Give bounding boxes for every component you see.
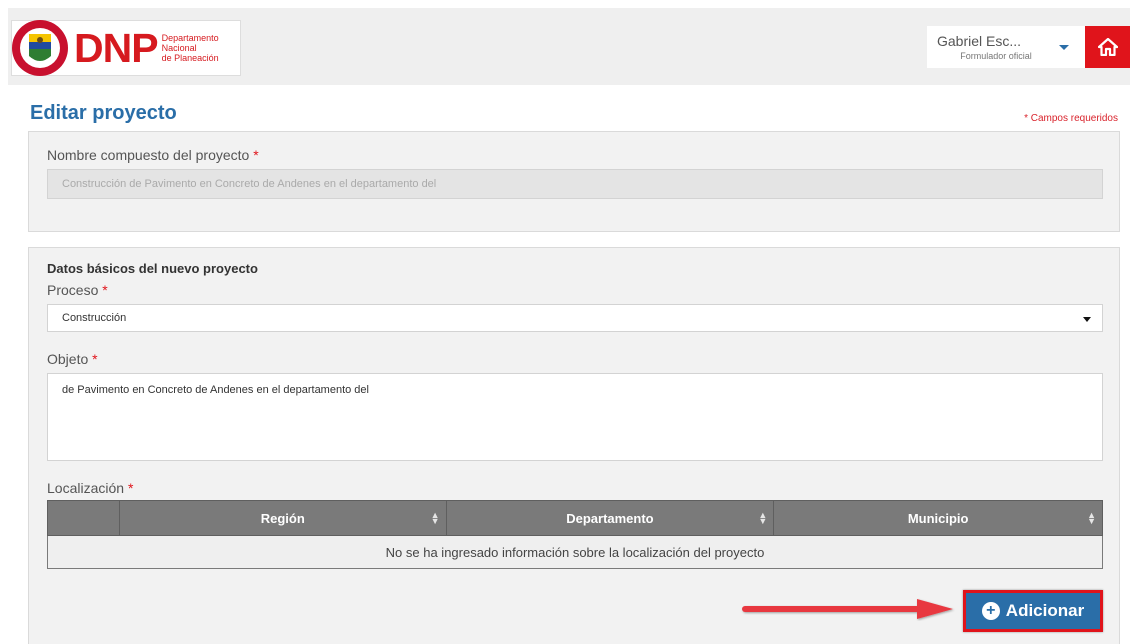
sort-icon[interactable]: ▲ ▼: [1087, 511, 1096, 526]
process-select[interactable]: Construcción: [47, 304, 1103, 332]
colombia-seal-icon: [12, 20, 68, 76]
required-mark: *: [92, 351, 98, 367]
page-title: Editar proyecto: [30, 102, 177, 124]
process-selected-value: Construcción: [62, 312, 127, 324]
user-info: Gabriel Esc... Formulador oficial: [937, 33, 1055, 61]
location-table: Región ▲ ▼ Departamento ▲ ▼ Municipio ▲ ▼ N…: [47, 500, 1103, 569]
composite-name-value: Construcción de Pavimento en Concreto de…: [62, 178, 437, 190]
sort-icon[interactable]: ▲ ▼: [758, 511, 767, 526]
column-header-text: Departamento: [566, 510, 654, 526]
object-label-text: Objeto: [47, 351, 89, 367]
location-label: Localización *: [47, 480, 133, 496]
process-label: Proceso *: [47, 282, 108, 298]
user-role: Formulador oficial: [960, 51, 1032, 61]
required-mark: *: [127, 480, 134, 496]
logo-subtitle-line: de Planeación: [161, 53, 219, 63]
location-label-text: Localización: [47, 480, 125, 496]
required-mark: *: [102, 282, 108, 298]
column-header-text: Municipio: [907, 510, 969, 526]
add-button[interactable]: + Adicionar: [963, 590, 1103, 632]
composite-name-panel: Nombre compuesto del proyecto * Construc…: [28, 131, 1120, 232]
column-header-select: [47, 500, 120, 536]
dnp-logo-text: DNP: [74, 24, 159, 71]
object-value: de Pavimento en Concreto de Andenes en e…: [62, 384, 369, 396]
required-fields-note: * Campos requeridos: [1024, 113, 1118, 124]
add-button-label: Adicionar: [1005, 601, 1085, 620]
object-textarea[interactable]: de Pavimento en Concreto de Andenes en e…: [47, 373, 1103, 461]
column-header-department[interactable]: Departamento ▲ ▼: [445, 500, 775, 536]
composite-name-field[interactable]: Construcción de Pavimento en Concreto de…: [47, 169, 1103, 199]
composite-name-label-text: Nombre compuesto del proyecto: [47, 147, 250, 163]
basic-data-panel: Datos básicos del nuevo proyecto Proceso…: [28, 247, 1120, 644]
logo-subtitle-line: Nacional: [161, 43, 197, 53]
logo-subtitle-line: Departamento: [161, 33, 219, 43]
dropdown-caret-icon: [1083, 317, 1091, 322]
composite-name-label: Nombre compuesto del proyecto *: [47, 147, 259, 163]
column-header-text: Región: [260, 510, 305, 526]
object-label: Objeto *: [47, 351, 98, 367]
process-label-text: Proceso: [47, 282, 99, 298]
table-row: No se ha ingresado información sobre la …: [47, 535, 1103, 569]
user-menu[interactable]: Gabriel Esc... Formulador oficial: [927, 26, 1087, 68]
table-header-row: Región ▲ ▼ Departamento ▲ ▼ Municipio ▲ ▼: [47, 500, 1103, 536]
plus-circle-icon: +: [981, 602, 1000, 620]
required-mark: *: [253, 147, 259, 163]
dnp-logo[interactable]: DNP Departamento Nacional de Planeación: [11, 20, 241, 76]
chevron-down-icon[interactable]: [1059, 44, 1069, 50]
dnp-logo-subtitle: Departamento Nacional de Planeación: [162, 33, 219, 63]
arrow-right-icon: [742, 599, 953, 619]
top-header: DNP Departamento Nacional de Planeación …: [8, 8, 1130, 85]
home-button[interactable]: [1085, 26, 1130, 68]
sort-icon[interactable]: ▲ ▼: [431, 511, 440, 526]
empty-table-message: No se ha ingresado información sobre la …: [47, 535, 1103, 569]
user-name: Gabriel Esc...: [937, 33, 1022, 49]
home-icon: [1097, 38, 1118, 56]
section-title: Datos básicos del nuevo proyecto: [47, 261, 258, 276]
column-header-region[interactable]: Región ▲ ▼: [118, 500, 447, 536]
column-header-municipality[interactable]: Municipio ▲ ▼: [773, 500, 1103, 536]
